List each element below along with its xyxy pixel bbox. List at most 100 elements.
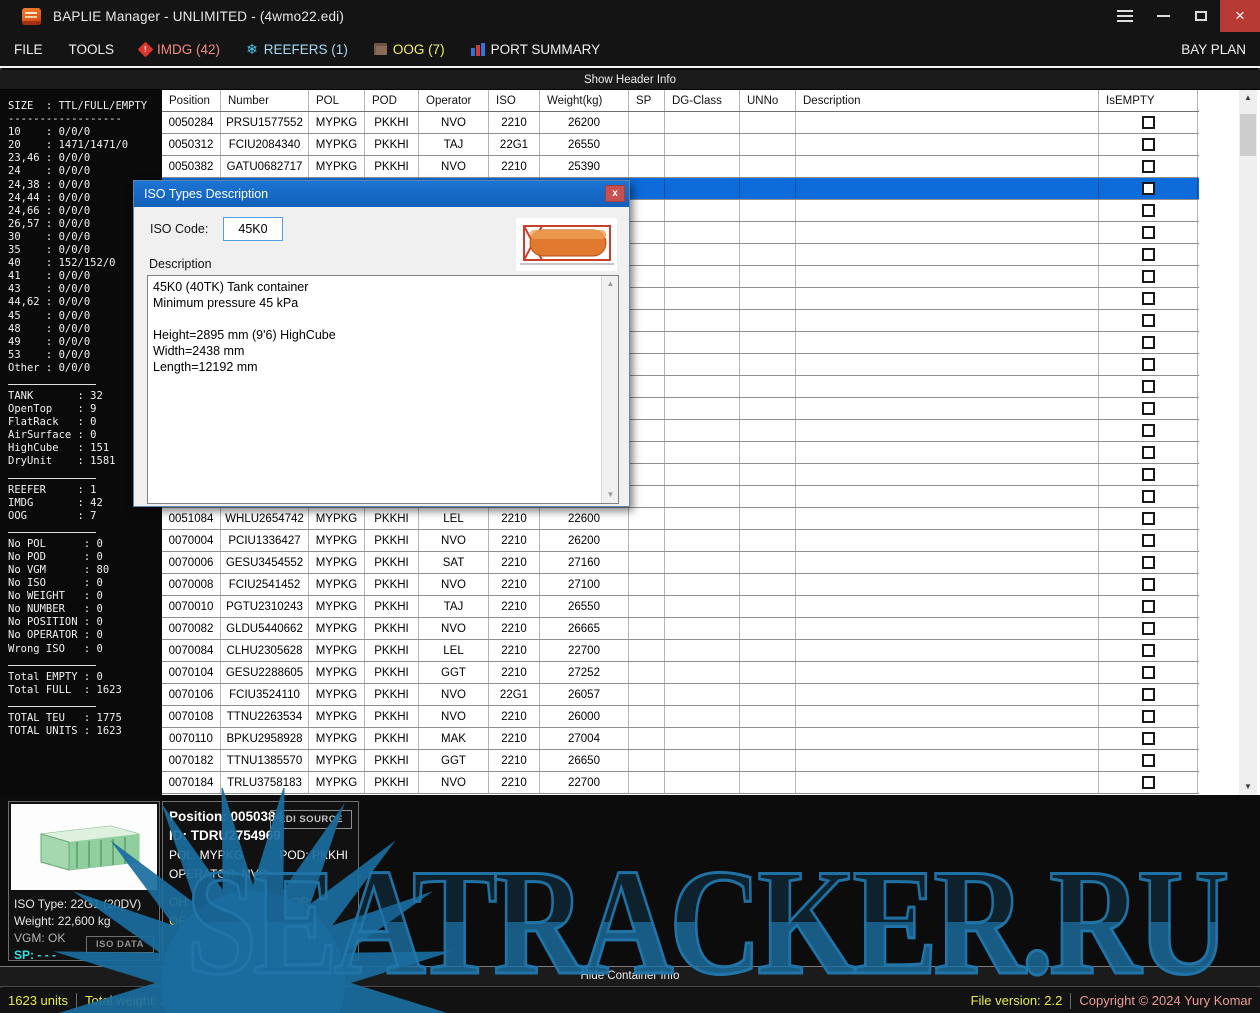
window-title: BAPLIE Manager - UNLIMITED - (4wmo22.edi… (53, 9, 344, 24)
table-row[interactable]: 0050284PRSU1577552MYPKGPKKHINVO221026200 (162, 112, 1199, 134)
menu-tools-label: TOOLS (69, 42, 115, 57)
table-row[interactable]: 0050382GATU0682717MYPKGPKKHINVO221025390 (162, 156, 1199, 178)
isempty-checkbox[interactable] (1142, 160, 1155, 173)
table-cell: 0070006 (162, 552, 221, 573)
column-header-pol[interactable]: POL (309, 90, 365, 111)
table-row[interactable]: 0070108TTNU2263534MYPKGPKKHINVO221026000 (162, 706, 1199, 728)
isempty-checkbox[interactable] (1142, 622, 1155, 635)
column-header-unno[interactable]: UNNo (740, 90, 796, 111)
column-header-pod[interactable]: POD (365, 90, 419, 111)
table-row[interactable]: 0070084CLHU2305628MYPKGPKKHILEL221022700 (162, 640, 1199, 662)
isempty-checkbox[interactable] (1142, 380, 1155, 393)
isempty-checkbox[interactable] (1142, 116, 1155, 129)
hamburger-menu-button[interactable] (1106, 0, 1144, 32)
table-row[interactable]: 0070006GESU3454552MYPKGPKKHISAT221027160 (162, 552, 1199, 574)
table-cell (740, 244, 796, 265)
table-row[interactable]: 0070010PGTU2310243MYPKGPKKHITAJ221026550 (162, 596, 1199, 618)
column-header-position[interactable]: Position (162, 90, 221, 111)
table-row[interactable]: 0070106FCIU3524110MYPKGPKKHINVO22G126057 (162, 684, 1199, 706)
description-scroll-up-icon[interactable]: ▲ (602, 276, 619, 292)
show-header-info-bar[interactable]: Show Header Info (0, 70, 1260, 90)
column-header-isempty[interactable]: IsEMPTY (1099, 90, 1198, 111)
table-cell (665, 530, 740, 551)
column-header-weight[interactable]: Weight(kg) (540, 90, 629, 111)
scrollbar-down-arrow[interactable]: ▼ (1239, 779, 1257, 795)
table-cell (796, 574, 1099, 595)
description-scroll-down-icon[interactable]: ▼ (602, 487, 619, 503)
isempty-checkbox[interactable] (1142, 248, 1155, 261)
menu-file[interactable]: FILE (14, 42, 43, 57)
isempty-checkbox[interactable] (1142, 666, 1155, 679)
scrollbar-thumb[interactable] (1240, 114, 1256, 156)
table-cell (740, 728, 796, 749)
edi-source-button[interactable]: EDI SOURCE (270, 810, 352, 829)
dialog-close-button[interactable]: x (605, 185, 625, 202)
isempty-checkbox[interactable] (1142, 358, 1155, 371)
isempty-checkbox[interactable] (1142, 534, 1155, 547)
close-button[interactable]: × (1220, 0, 1260, 32)
table-row[interactable]: 0051084WHLU2654742MYPKGPKKHILEL221022600 (162, 508, 1199, 530)
isempty-checkbox[interactable] (1142, 226, 1155, 239)
isempty-checkbox[interactable] (1142, 336, 1155, 349)
menu-port-summary[interactable]: PORT SUMMARY (471, 42, 601, 57)
table-row[interactable]: 0070082GLDU5440662MYPKGPKKHINVO221026665 (162, 618, 1199, 640)
iso-code-input[interactable] (223, 217, 283, 241)
isempty-checkbox[interactable] (1142, 402, 1155, 415)
isempty-checkbox[interactable] (1142, 292, 1155, 305)
menu-reefers[interactable]: ❄ REEFERS (1) (246, 42, 348, 57)
table-row[interactable]: 0070004PCIU1336427MYPKGPKKHINVO221026200 (162, 530, 1199, 552)
column-header-iso[interactable]: ISO (489, 90, 540, 111)
menu-tools[interactable]: TOOLS (69, 42, 115, 57)
table-cell: 2210 (489, 552, 540, 573)
hide-container-info-bar[interactable]: Hide Container Info (0, 966, 1260, 987)
isempty-checkbox[interactable] (1142, 182, 1155, 195)
isempty-checkbox[interactable] (1142, 732, 1155, 745)
table-row[interactable]: 0070184TRLU3758183MYPKGPKKHINVO221022700 (162, 772, 1199, 794)
isempty-checkbox[interactable] (1142, 644, 1155, 657)
column-header-number[interactable]: Number (221, 90, 309, 111)
table-row[interactable]: 0070182TTNU1385570MYPKGPKKHIGGT221026650 (162, 750, 1199, 772)
table-row[interactable]: 0070104GESU2288605MYPKGPKKHIGGT221027252 (162, 662, 1199, 684)
maximize-button[interactable] (1182, 0, 1220, 32)
isempty-checkbox[interactable] (1142, 578, 1155, 591)
weight-text: Weight: 22,600 kg (14, 914, 111, 928)
isempty-checkbox[interactable] (1142, 138, 1155, 151)
column-header-sp[interactable]: SP (629, 90, 665, 111)
isempty-checkbox[interactable] (1142, 490, 1155, 503)
table-scrollbar[interactable]: ▲ ▼ (1239, 90, 1257, 795)
menu-imdg[interactable]: ! IMDG (42) (140, 42, 220, 57)
table-row[interactable]: 0050312FCIU2084340MYPKGPKKHITAJ22G126550 (162, 134, 1199, 156)
column-header-dg-class[interactable]: DG-Class (665, 90, 740, 111)
table-row[interactable]: 0070110BPKU2958928MYPKGPKKHIMAK221027004 (162, 728, 1199, 750)
isempty-checkbox[interactable] (1142, 204, 1155, 217)
isempty-checkbox[interactable] (1142, 424, 1155, 437)
table-row[interactable]: 0070008FCIU2541452MYPKGPKKHINVO221027100 (162, 574, 1199, 596)
menu-oog[interactable]: OOG (7) (374, 42, 445, 57)
menu-bay-plan[interactable]: BAY PLAN (1181, 42, 1246, 57)
isempty-checkbox[interactable] (1142, 556, 1155, 569)
isempty-checkbox[interactable] (1142, 512, 1155, 525)
isempty-checkbox[interactable] (1142, 600, 1155, 613)
description-scrollbar[interactable]: ▲ ▼ (601, 276, 618, 503)
minimize-button[interactable] (1144, 0, 1182, 32)
isempty-checkbox[interactable] (1142, 754, 1155, 767)
container-details-box: Position: 0050384 EDI SOURCE ID: TDRU275… (162, 801, 359, 961)
isempty-checkbox[interactable] (1142, 688, 1155, 701)
table-cell: GGT (419, 750, 489, 771)
table-cell (740, 684, 796, 705)
column-header-operator[interactable]: Operator (419, 90, 489, 111)
isempty-checkbox[interactable] (1142, 710, 1155, 723)
isempty-checkbox[interactable] (1142, 314, 1155, 327)
table-cell (796, 684, 1099, 705)
dialog-title-bar[interactable]: ISO Types Description (134, 181, 629, 207)
iso-data-button[interactable]: ISO DATA (86, 936, 154, 953)
status-separator (1070, 993, 1071, 1009)
isempty-checkbox[interactable] (1142, 468, 1155, 481)
description-textarea[interactable]: 45K0 (40TK) Tank container Minimum press… (147, 275, 619, 504)
column-header-description[interactable]: Description (796, 90, 1099, 111)
scrollbar-up-arrow[interactable]: ▲ (1239, 90, 1257, 106)
isempty-checkbox[interactable] (1142, 776, 1155, 789)
table-cell: 0050284 (162, 112, 221, 133)
isempty-checkbox[interactable] (1142, 270, 1155, 283)
isempty-checkbox[interactable] (1142, 446, 1155, 459)
